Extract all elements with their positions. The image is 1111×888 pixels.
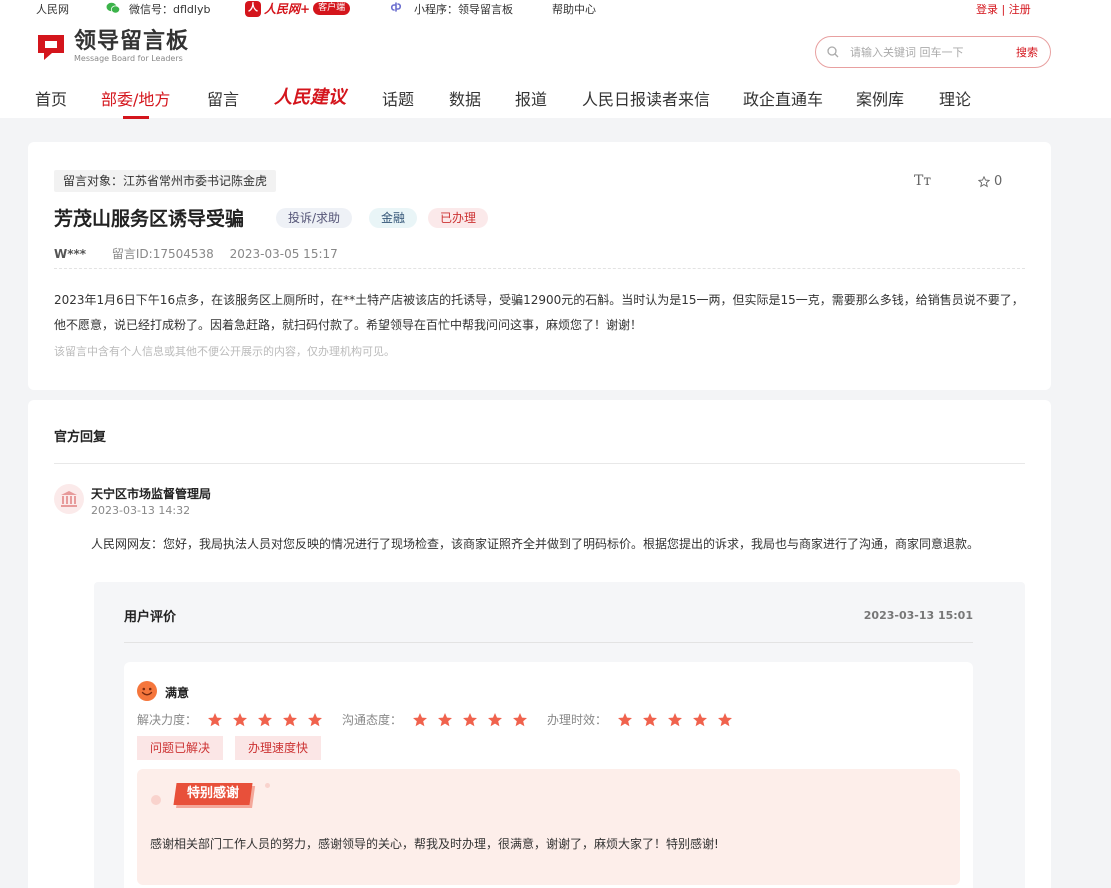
message-target: 留言对象：江苏省常州市委书记陈金虎 [54, 170, 277, 192]
main-nav: 首页 部委/地方 留言 人民建议 话题 数据 报道 人民日报读者来信 政企直通车… [0, 83, 1111, 119]
message-time: 2023-03-05 15:17 [229, 247, 338, 261]
star-icon [233, 712, 248, 726]
rating-attitude: 沟通态度： [342, 711, 537, 728]
rating-stars [617, 712, 742, 728]
nav-home[interactable]: 首页 [35, 86, 67, 110]
star-icon [308, 712, 323, 726]
star-icon [438, 712, 453, 726]
star-icon [413, 712, 428, 726]
people-app-icon: 人 [245, 0, 261, 17]
rating-stars [207, 712, 332, 728]
nav-messages[interactable]: 留言 [207, 86, 239, 110]
logo-mark-icon [38, 35, 64, 60]
evaluation-detail: 满意 解决力度： 沟通态度： 办理时效： 问题已解决 办理速度快 特别感谢 感谢… [124, 662, 973, 888]
star-icon [618, 712, 633, 726]
favorite-button[interactable]: 0 [978, 174, 1002, 189]
site-link[interactable]: 人民网 [36, 1, 69, 17]
app-link[interactable]: 人 人民网+ 客户端 [245, 0, 351, 17]
search-icon [827, 46, 839, 58]
evaluation-time: 2023-03-13 15:01 [863, 609, 973, 622]
star-icon [488, 712, 503, 726]
message-title: 芳茂山服务区诱导受骗 [54, 208, 245, 230]
domain-tag[interactable]: 金融 [369, 208, 418, 228]
user-evaluation: 用户评价 2023-03-13 15:01 满意 解决力度： 沟通态度： 办理时… [94, 582, 1025, 888]
star-icon [258, 712, 273, 726]
top-bar: 人民网 微信号：dfldlyb 人 人民网+ 客户端 小程序：领导留言板 帮助中… [0, 0, 1111, 18]
favorite-count: 0 [994, 174, 1003, 189]
status-badge: 已办理 [428, 208, 489, 228]
smile-face-icon [137, 681, 157, 701]
message-body: 2023年1月6日下午16点多，在该服务区上厕所时，在**土特产店被该店的托诱导… [54, 293, 1024, 332]
special-thanks-title: 特别感谢 [187, 786, 240, 801]
evaluation-heading: 用户评价 [124, 610, 177, 625]
logo-title: 领导留言板 [74, 29, 190, 54]
star-icon [643, 712, 658, 726]
special-thanks-text: 感谢相关部门工作人员的努力，感谢领导的关心，帮我及时办理，很满意，谢谢了，麻烦大… [150, 837, 719, 851]
message-user: W*** [54, 247, 87, 261]
divider [54, 268, 1025, 269]
app-brand: 人民网+ [264, 2, 311, 16]
special-thanks-box: 特别感谢 感谢相关部门工作人员的努力，感谢领导的关心，帮我及时办理，很满意，谢谢… [137, 769, 960, 885]
message-meta: W*** 留言ID:17504538 2023-03-05 15:17 [54, 245, 338, 262]
rating-label: 解决力度： [137, 713, 198, 727]
nav-topics[interactable]: 话题 [382, 86, 414, 110]
rating-label: 沟通态度： [342, 713, 403, 727]
divider [124, 642, 973, 643]
evaluation-chip: 问题已解决 [137, 736, 224, 760]
miniprogram-icon [390, 0, 404, 17]
nav-gov-enterprise[interactable]: 政企直通车 [743, 86, 823, 110]
government-building-icon [61, 491, 77, 507]
search-box: 搜索 [815, 36, 1051, 68]
nav-reports[interactable]: 报道 [515, 86, 547, 110]
star-icon [718, 712, 733, 726]
nav-theory[interactable]: 理论 [939, 86, 971, 110]
rating-resolution: 解决力度： [137, 711, 332, 728]
reply-card: 官方回复 天宁区市场监督管理局 2023-03-13 14:32 人民网网友：您… [28, 400, 1051, 888]
decor-dot [151, 795, 161, 805]
help-center-link[interactable]: 帮助中心 [552, 1, 596, 17]
font-size-icon[interactable]: Tт [914, 173, 931, 189]
star-icon [513, 712, 528, 726]
department-name: 天宁区市场监督管理局 [91, 487, 212, 501]
rating-timeliness: 办理时效： [547, 711, 742, 728]
rating-label: 办理时效： [547, 713, 608, 727]
miniprogram-link[interactable]: 小程序：领导留言板 [414, 1, 513, 17]
nav-case-library[interactable]: 案例库 [856, 86, 904, 110]
nav-data[interactable]: 数据 [449, 86, 481, 110]
site-header: 领导留言板 Message Board for Leaders 搜索 首页 部委… [0, 18, 1111, 119]
login-register-link[interactable]: 登录 | 注册 [976, 1, 1031, 17]
privacy-note: 该留言中含有个人信息或其他不便公开展示的内容，仅办理机构可见。 [54, 345, 395, 358]
reply-time: 2023-03-13 14:32 [91, 504, 191, 517]
logo-subtitle: Message Board for Leaders [74, 54, 183, 63]
reply-body: 人民网网友：您好，我局执法人员对您反映的情况进行了现场检查，该商家证照齐全并做到… [91, 537, 980, 551]
department-avatar [54, 484, 84, 514]
satisfaction-label: 满意 [165, 686, 190, 700]
app-badge: 客户端 [313, 2, 351, 15]
star-icon [208, 712, 223, 726]
wechat-icon [106, 2, 121, 17]
evaluation-chip: 办理速度快 [235, 736, 322, 760]
message-id: 留言ID:17504538 [111, 247, 214, 261]
nav-ministries-local[interactable]: 部委/地方 [101, 86, 170, 119]
search-input[interactable] [850, 43, 990, 61]
wechat-id: 微信号：dfldlyb [129, 3, 211, 16]
star-icon [463, 712, 478, 726]
star-icon [693, 712, 708, 726]
star-icon [283, 712, 298, 726]
star-outline-icon [978, 175, 990, 187]
decor-dot [265, 783, 270, 788]
message-card: 留言对象：江苏省常州市委书记陈金虎 Tт 0 芳茂山服务区诱导受骗 投诉/求助 … [28, 142, 1051, 390]
special-thanks-ribbon: 特别感谢 [173, 783, 253, 805]
star-icon [668, 712, 683, 726]
site-logo[interactable]: 领导留言板 Message Board for Leaders [34, 30, 189, 64]
reply-heading: 官方回复 [54, 430, 107, 445]
nav-reader-letters[interactable]: 人民日报读者来信 [582, 86, 710, 110]
divider [54, 463, 1025, 464]
search-button[interactable]: 搜索 [1016, 44, 1038, 60]
type-tag[interactable]: 投诉/求助 [276, 208, 353, 228]
rating-stars [412, 712, 537, 728]
nav-people-suggestions[interactable]: 人民建议 [274, 83, 346, 109]
